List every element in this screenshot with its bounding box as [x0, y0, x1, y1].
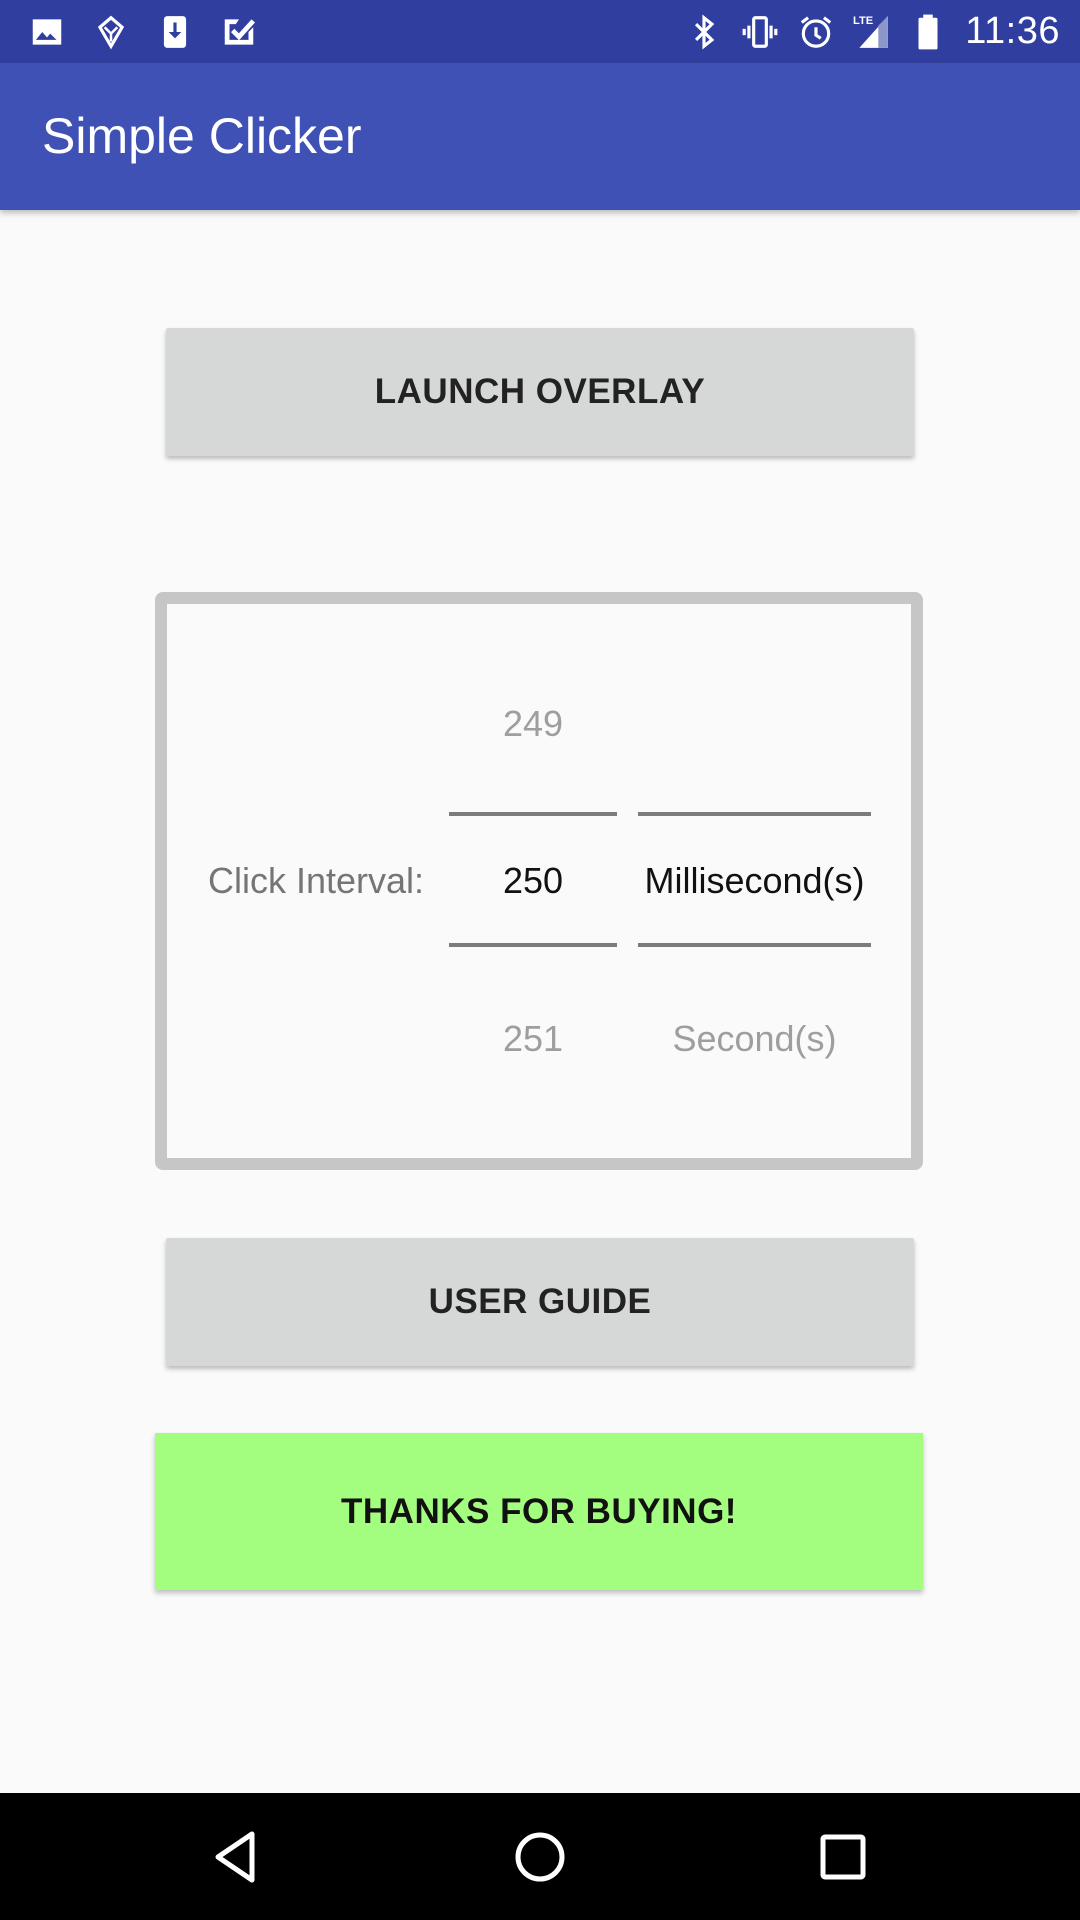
unit-picker-divider-top — [638, 812, 871, 816]
notification-icons — [28, 10, 258, 53]
system-status-icons: LTE 11:36 — [685, 8, 1060, 55]
bluetooth-icon — [695, 13, 715, 50]
vibrate-icon — [742, 15, 778, 48]
number-picker-divider-top — [449, 812, 617, 816]
recents-button[interactable] — [763, 1793, 923, 1920]
unit-picker-divider-bottom — [638, 943, 871, 947]
download-icon — [163, 15, 187, 48]
number-picker-divider-bottom — [449, 943, 617, 947]
battery-icon — [918, 14, 938, 49]
back-icon — [215, 1831, 255, 1882]
interval-number-next[interactable]: 251 — [449, 1018, 617, 1060]
image-icon — [32, 18, 62, 45]
launch-overlay-button[interactable]: LAUNCH OVERLAY — [166, 328, 914, 456]
app-title: Simple Clicker — [42, 108, 362, 164]
interval-number-previous[interactable]: 249 — [449, 703, 617, 745]
app-icon — [97, 15, 125, 49]
checkmark-icon — [224, 18, 256, 45]
home-icon — [515, 1832, 565, 1881]
recents-icon — [820, 1834, 866, 1879]
alarm-icon — [801, 15, 832, 48]
svg-text:LTE: LTE — [853, 15, 873, 27]
thanks-for-buying-button[interactable]: THANKS FOR BUYING! — [155, 1433, 923, 1590]
interval-number-picker[interactable]: 250 — [449, 860, 617, 902]
home-button[interactable] — [460, 1793, 620, 1920]
app-bar: Simple Clicker — [0, 63, 1080, 210]
navigation-bar — [0, 1793, 1080, 1920]
lte-signal-icon: LTE — [853, 12, 889, 48]
interval-unit-picker[interactable]: Millisecond(s) — [638, 860, 871, 902]
clock-time: 11:36 — [965, 10, 1060, 52]
back-button[interactable] — [155, 1793, 315, 1920]
user-guide-button[interactable]: USER GUIDE — [166, 1238, 914, 1366]
click-interval-label: Click Interval: — [208, 860, 425, 901]
interval-unit-next[interactable]: Second(s) — [638, 1018, 871, 1060]
status-bar: LTE 11:36 — [0, 0, 1080, 63]
